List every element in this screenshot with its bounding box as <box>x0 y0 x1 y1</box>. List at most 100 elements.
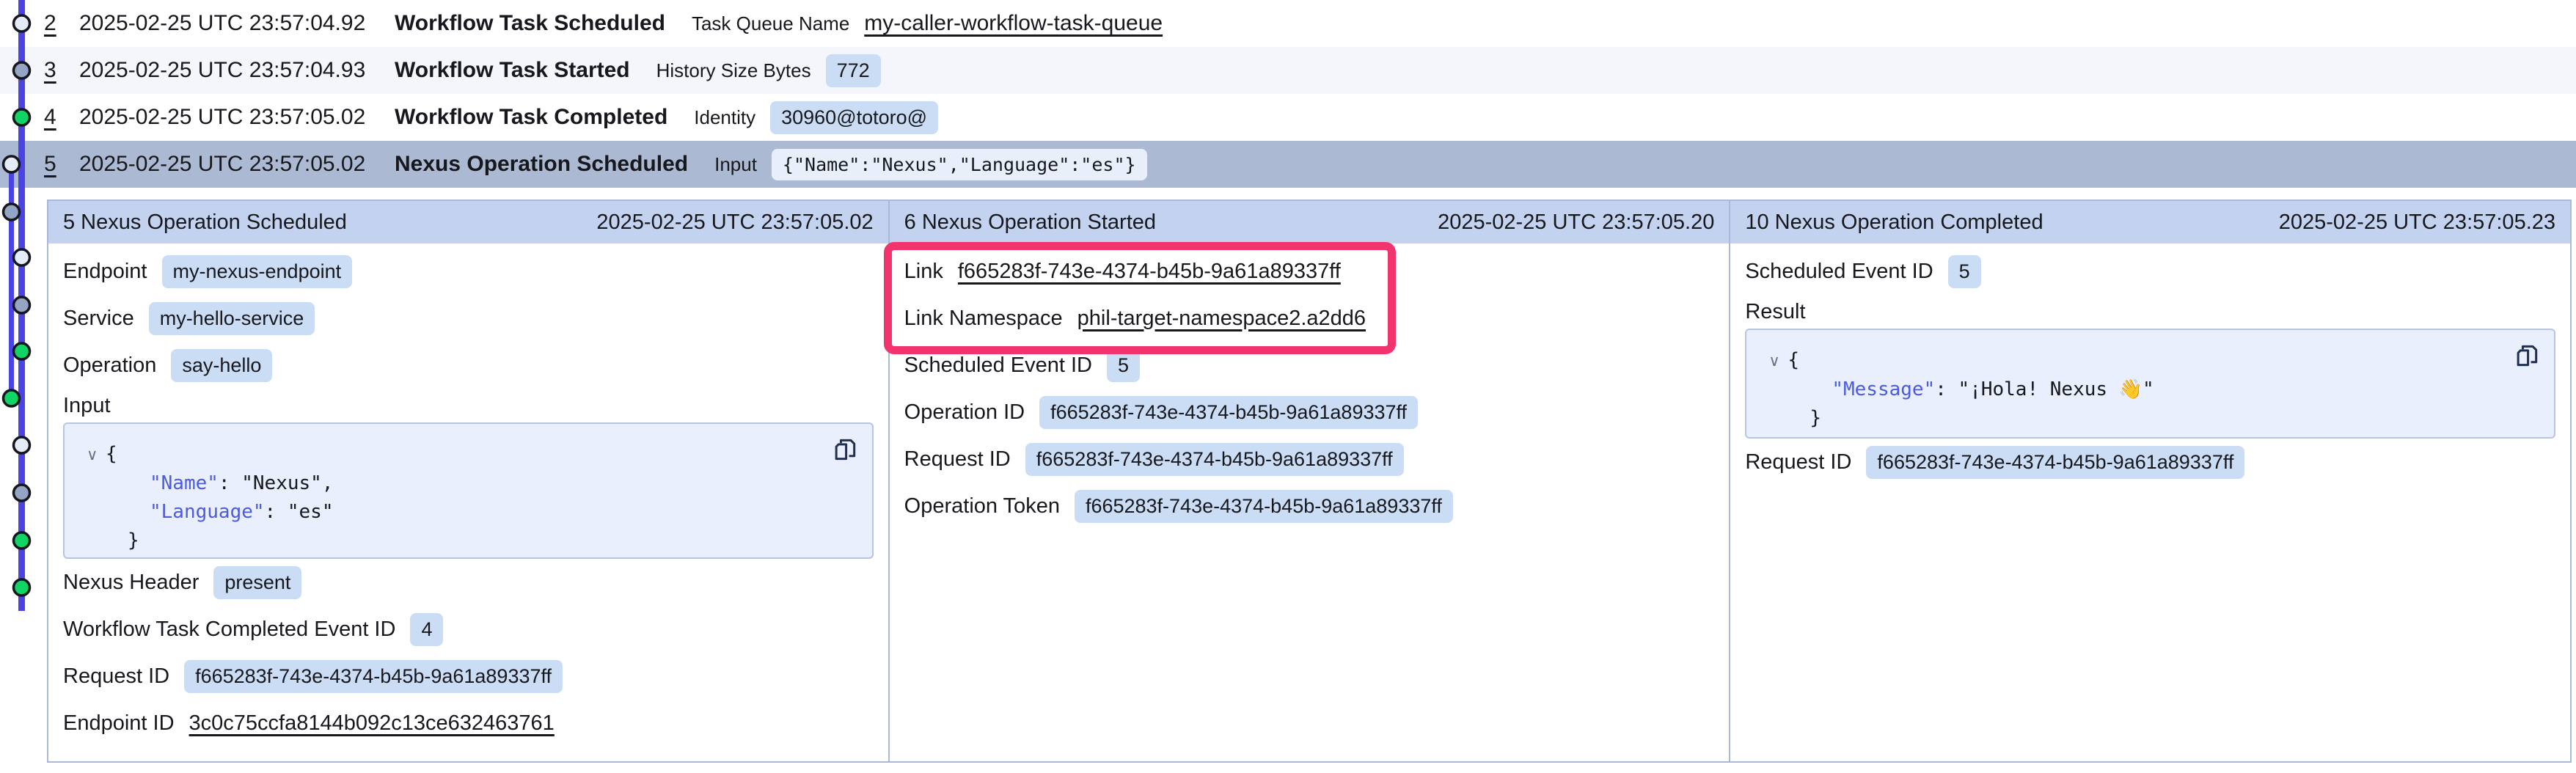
json-line: } <box>87 527 855 555</box>
panel-timestamp: 2025-02-25 UTC 23:57:05.23 <box>2279 210 2555 235</box>
input-badge: {"Name":"Nexus","Language":"es"} <box>772 149 1147 180</box>
event-row[interactable]: 4 2025-02-25 UTC 23:57:05.02 Workflow Ta… <box>0 94 2576 141</box>
copy-icon[interactable] <box>831 436 859 464</box>
panel-header: 6 Nexus Operation Started 2025-02-25 UTC… <box>890 201 1730 243</box>
operation-token-badge: f665283f-743e-4374-b45b-9a61a89337ff <box>1075 490 1453 523</box>
service-badge: my-hello-service <box>149 302 315 335</box>
event-timestamp: 2025-02-25 UTC 23:57:04.93 <box>79 58 371 83</box>
detail-row-operation-id: Operation ID f665283f-743e-4374-b45b-9a6… <box>904 389 1715 436</box>
detail-row-service: Service my-hello-service <box>63 295 874 342</box>
timeline-node <box>14 297 30 313</box>
detail-label: Nexus Header <box>63 571 199 595</box>
detail-row-link-namespace: Link Namespace phil-target-namespace2.a2… <box>904 295 1715 342</box>
detail-label: Request ID <box>63 664 169 689</box>
link-namespace-link[interactable]: phil-target-namespace2.a2dd6 <box>1077 307 1366 331</box>
detail-label: Endpoint <box>63 260 147 284</box>
event-attr-label: Identity <box>694 106 755 129</box>
json-line: "Name": "Nexus", <box>87 469 855 498</box>
task-queue-link[interactable]: my-caller-workflow-task-queue <box>864 11 1163 36</box>
timeline-node <box>4 156 20 172</box>
panel-timestamp: 2025-02-25 UTC 23:57:05.02 <box>596 210 873 235</box>
detail-row-request-id: Request ID f665283f-743e-4374-b45b-9a61a… <box>1745 439 2555 486</box>
identity-badge: 30960@totoro@ <box>770 101 938 134</box>
temporal-event-history-screen: { "events": { "rows": [ {"id":"2","time"… <box>0 0 2576 773</box>
request-id-badge: f665283f-743e-4374-b45b-9a61a89337ff <box>1025 443 1404 476</box>
detail-label: Operation Token <box>904 494 1060 519</box>
timeline-node <box>14 343 30 359</box>
panel-title: 6 Nexus Operation Started <box>904 210 1156 235</box>
event-id-badge: 4 <box>410 613 443 646</box>
history-size-badge: 772 <box>826 54 881 87</box>
detail-row-request-id: Request ID f665283f-743e-4374-b45b-9a61a… <box>904 436 1715 483</box>
detail-row-scheduled-event-id: Scheduled Event ID 5 <box>904 342 1715 389</box>
result-section-label: Result <box>1745 295 2555 329</box>
json-line: ∨{ <box>1768 346 2536 375</box>
endpoint-badge: my-nexus-endpoint <box>162 255 353 288</box>
detail-label: Link Namespace <box>904 307 1063 331</box>
json-line: ∨{ <box>87 440 855 469</box>
detail-row-link: Link f665283f-743e-4374-b45b-9a61a89337f… <box>904 248 1715 295</box>
timeline-node <box>14 109 30 125</box>
detail-row-endpoint: Endpoint my-nexus-endpoint <box>63 248 874 295</box>
detail-label: Operation <box>63 353 156 378</box>
event-timeline <box>0 0 47 773</box>
timeline-node <box>14 532 30 549</box>
event-attr-label: Task Queue Name <box>692 12 849 35</box>
timeline-node <box>4 390 20 406</box>
timeline-node <box>14 15 30 32</box>
nexus-link[interactable]: f665283f-743e-4374-b45b-9a61a89337ff <box>958 260 1341 284</box>
input-json-viewer: ∨{ "Name": "Nexus", "Language": "es" } <box>63 422 874 559</box>
panel-title: 10 Nexus Operation Completed <box>1745 210 2043 235</box>
event-row[interactable]: 3 2025-02-25 UTC 23:57:04.93 Workflow Ta… <box>0 47 2576 94</box>
panel-nexus-operation-completed: 10 Nexus Operation Completed 2025-02-25 … <box>1729 201 2570 761</box>
timeline-node <box>14 485 30 501</box>
detail-label: Endpoint ID <box>63 711 175 736</box>
panel-header: 10 Nexus Operation Completed 2025-02-25 … <box>1730 201 2570 243</box>
scheduled-event-id-badge: 5 <box>1107 349 1140 382</box>
collapse-chevron-icon[interactable]: ∨ <box>1768 347 1788 375</box>
event-name: Nexus Operation Scheduled <box>395 152 688 177</box>
detail-row-operation: Operation say-hello <box>63 342 874 389</box>
detail-row-wft-completed-event-id: Workflow Task Completed Event ID 4 <box>63 606 874 653</box>
event-name: Workflow Task Completed <box>395 105 667 130</box>
timeline-node <box>14 579 30 596</box>
event-timestamp: 2025-02-25 UTC 23:57:05.02 <box>79 152 371 177</box>
panel-title: 5 Nexus Operation Scheduled <box>63 210 347 235</box>
detail-row-nexus-header: Nexus Header present <box>63 559 874 606</box>
detail-label: Operation ID <box>904 400 1025 425</box>
result-json-viewer: ∨{ "Message": "¡Hola! Nexus 👋" } <box>1745 329 2555 439</box>
event-name: Workflow Task Started <box>395 58 630 83</box>
copy-icon[interactable] <box>2513 342 2541 370</box>
panel-header: 5 Nexus Operation Scheduled 2025-02-25 U… <box>48 201 888 243</box>
endpoint-id-link[interactable]: 3c0c75ccfa8144b092c13ce632463761 <box>189 711 555 736</box>
event-name: Workflow Task Scheduled <box>395 11 665 36</box>
timeline-node <box>14 437 30 453</box>
nexus-header-badge: present <box>213 566 301 599</box>
detail-label: Request ID <box>1745 450 1851 475</box>
detail-label: Link <box>904 260 943 284</box>
panel-body: Endpoint my-nexus-endpoint Service my-he… <box>48 243 888 761</box>
event-timestamp: 2025-02-25 UTC 23:57:05.02 <box>79 105 371 130</box>
input-section-label: Input <box>63 389 874 422</box>
collapse-chevron-icon[interactable]: ∨ <box>87 441 106 469</box>
panel-nexus-operation-started: 6 Nexus Operation Started 2025-02-25 UTC… <box>888 201 1730 761</box>
detail-label: Scheduled Event ID <box>1745 260 1933 284</box>
detail-label: Request ID <box>904 447 1011 472</box>
request-id-badge: f665283f-743e-4374-b45b-9a61a89337ff <box>1866 446 2244 479</box>
operation-id-badge: f665283f-743e-4374-b45b-9a61a89337ff <box>1039 396 1418 429</box>
request-id-badge: f665283f-743e-4374-b45b-9a61a89337ff <box>184 660 563 693</box>
panel-body: Link f665283f-743e-4374-b45b-9a61a89337f… <box>890 243 1730 761</box>
scheduled-event-id-badge: 5 <box>1948 255 1981 288</box>
detail-row-operation-token: Operation Token f665283f-743e-4374-b45b-… <box>904 483 1715 530</box>
event-group-details: 5 Nexus Operation Scheduled 2025-02-25 U… <box>47 199 2572 763</box>
timeline-node <box>14 62 30 78</box>
event-row-selected[interactable]: 5 2025-02-25 UTC 23:57:05.02 Nexus Opera… <box>0 141 2576 188</box>
panel-body: Scheduled Event ID 5 Result ∨{ "Message"… <box>1730 243 2570 761</box>
panel-nexus-operation-scheduled: 5 Nexus Operation Scheduled 2025-02-25 U… <box>48 201 888 761</box>
event-row[interactable]: 2 2025-02-25 UTC 23:57:04.92 Workflow Ta… <box>0 0 2576 47</box>
panel-timestamp: 2025-02-25 UTC 23:57:05.20 <box>1438 210 1714 235</box>
detail-row-scheduled-event-id: Scheduled Event ID 5 <box>1745 248 2555 295</box>
detail-label: Scheduled Event ID <box>904 353 1092 378</box>
json-line: "Language": "es" <box>87 498 855 527</box>
detail-row-request-id: Request ID f665283f-743e-4374-b45b-9a61a… <box>63 653 874 700</box>
